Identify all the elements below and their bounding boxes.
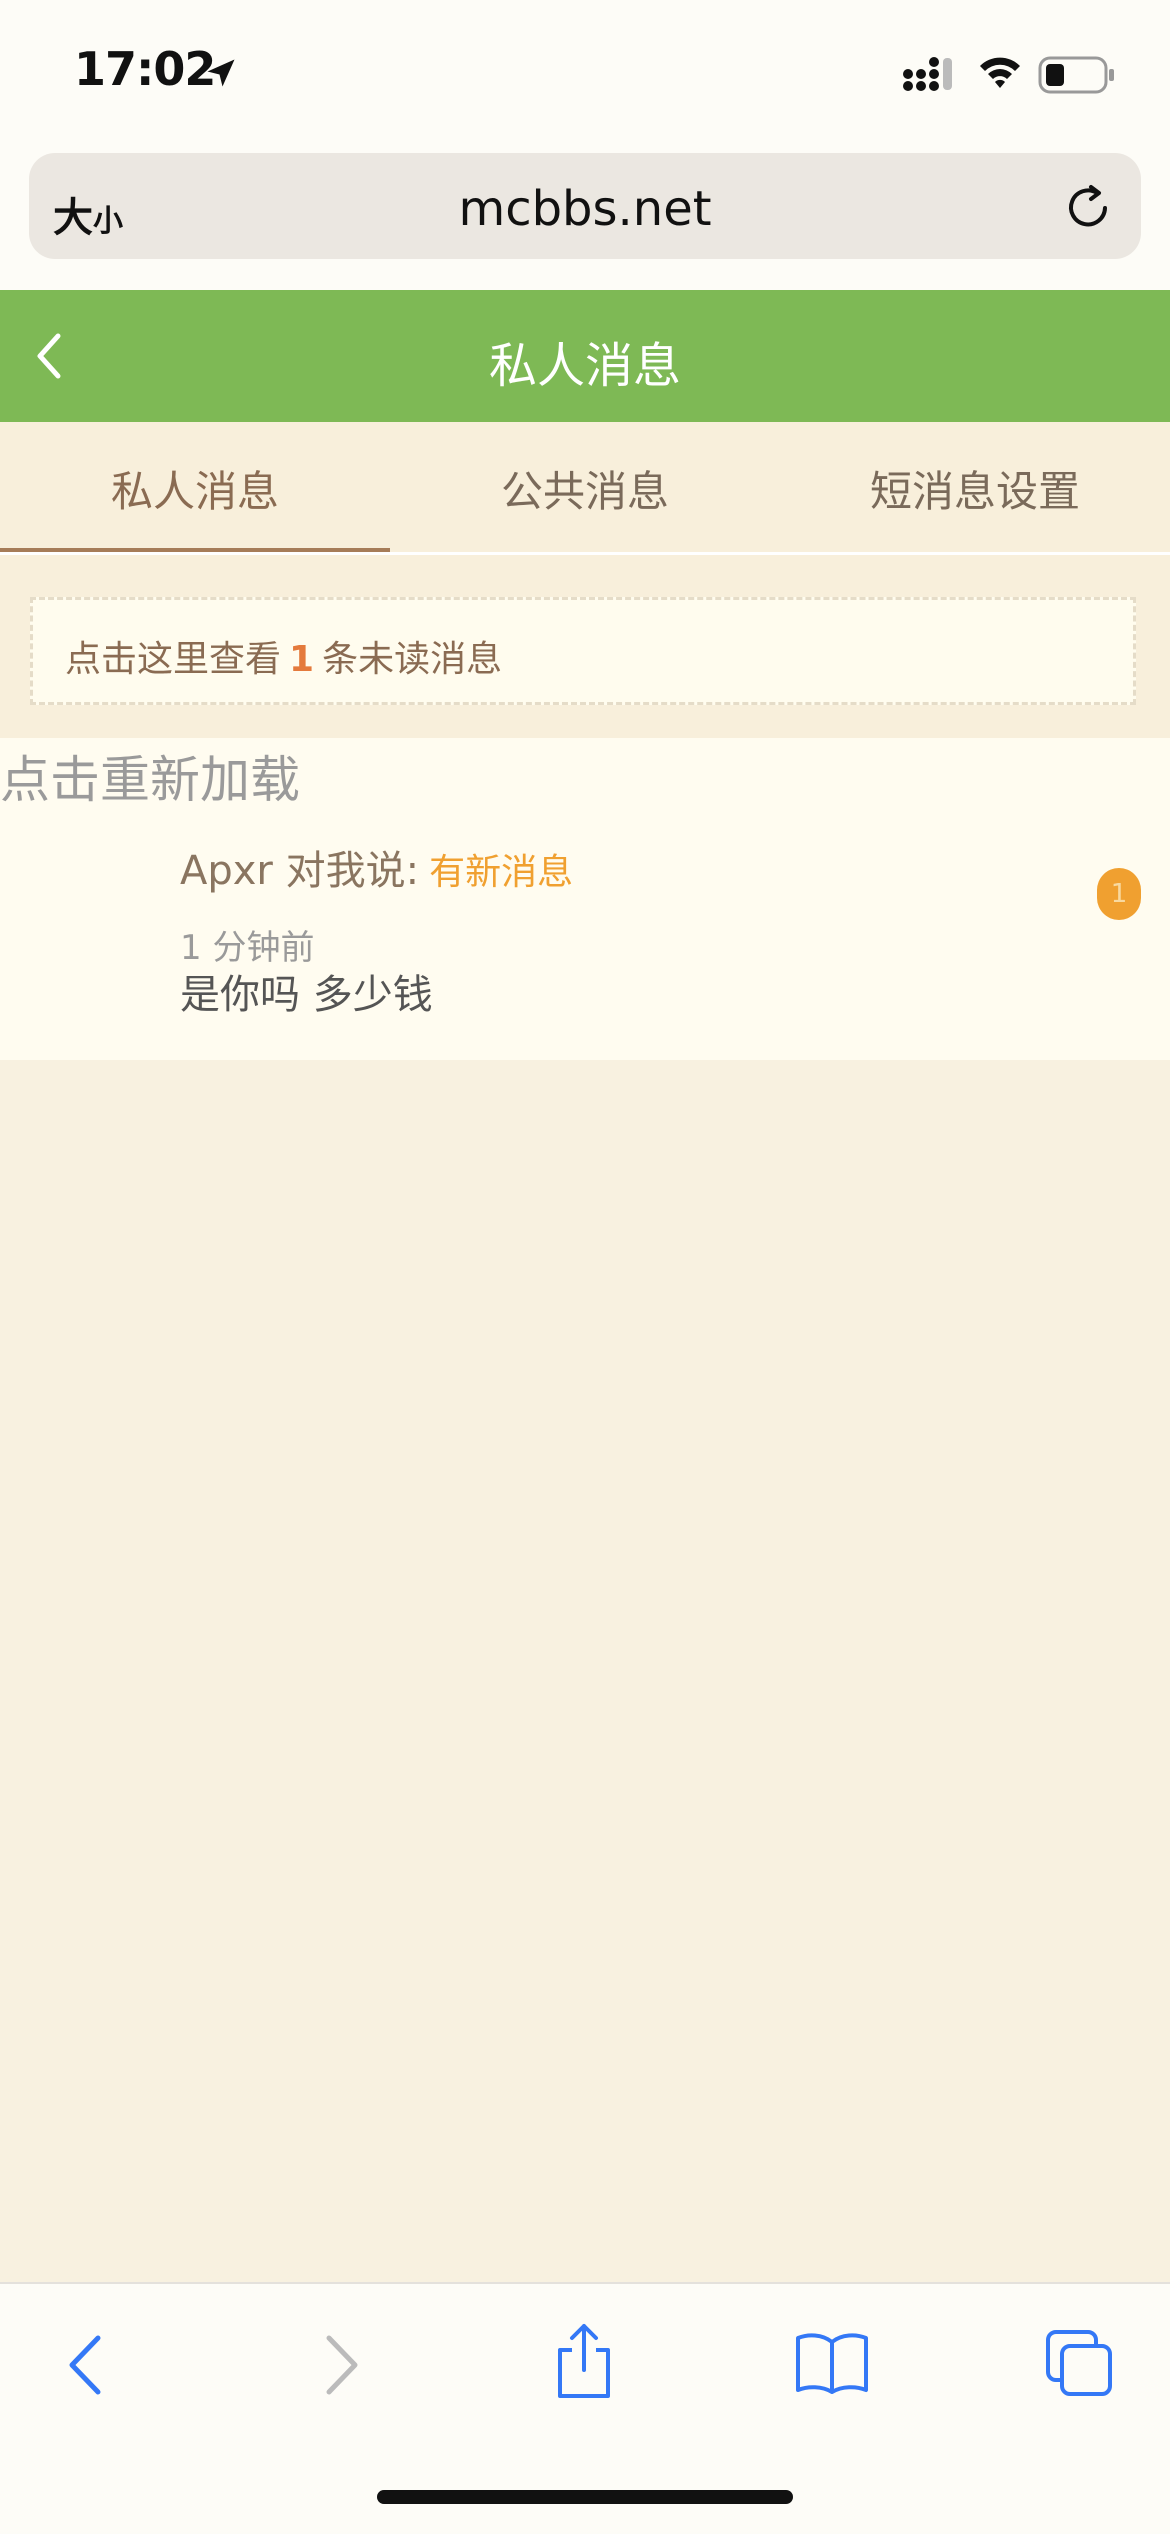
browser-address-area: 大小 mcbbs.net — [0, 145, 1170, 290]
wifi-icon — [980, 57, 1020, 88]
list-item[interactable]: Apxr 对我说: 有新消息 1 分钟前 是你吗 多少钱 1 — [0, 838, 1170, 1060]
share-icon[interactable] — [550, 2320, 618, 2400]
message-list: 点击重新加载 Apxr 对我说: 有新消息 1 分钟前 是你吗 多少钱 1 — [0, 738, 1170, 1060]
status-time: 17:02 — [74, 42, 216, 96]
message-preview: 是你吗 多少钱 — [180, 972, 433, 1018]
reload-icon[interactable] — [1061, 181, 1115, 235]
page-title: 私人消息 — [488, 338, 681, 394]
home-indicator — [377, 2490, 793, 2504]
forward-icon[interactable] — [315, 2330, 365, 2400]
battery-icon — [1038, 56, 1114, 94]
tab-public-messages[interactable]: 公共消息 — [390, 458, 780, 519]
back-icon[interactable] — [62, 2330, 112, 2400]
tab-private-messages[interactable]: 私人消息 — [0, 458, 390, 519]
cellular-signal-icon — [903, 57, 952, 91]
reload-link[interactable]: 点击重新加载 — [0, 740, 300, 812]
url-text[interactable]: mcbbs.net — [29, 181, 1141, 237]
app-header: 私人消息 — [0, 290, 1170, 422]
status-bar: 17:02 — [0, 0, 1170, 145]
address-bar[interactable]: 大小 mcbbs.net — [29, 153, 1141, 259]
unread-badge: 1 — [1097, 868, 1141, 920]
notice-area: 点击这里查看 1 条未读消息 — [0, 555, 1170, 738]
unread-count: 1 — [289, 639, 315, 680]
location-arrow-icon — [207, 59, 235, 87]
unread-notice-text: 点击这里查看 1 条未读消息 — [65, 639, 503, 680]
message-sender: Apxr 对我说: 有新消息 — [180, 848, 574, 894]
tabs-icon[interactable] — [1044, 2328, 1116, 2400]
active-tab-underline — [0, 548, 390, 552]
message-tabs: 私人消息 公共消息 短消息设置 — [0, 422, 1170, 555]
new-message-label: 有新消息 — [429, 852, 574, 893]
tab-message-settings[interactable]: 短消息设置 — [780, 458, 1170, 519]
bookmarks-icon[interactable] — [794, 2330, 870, 2396]
unread-notice[interactable]: 点击这里查看 1 条未读消息 — [30, 597, 1136, 705]
